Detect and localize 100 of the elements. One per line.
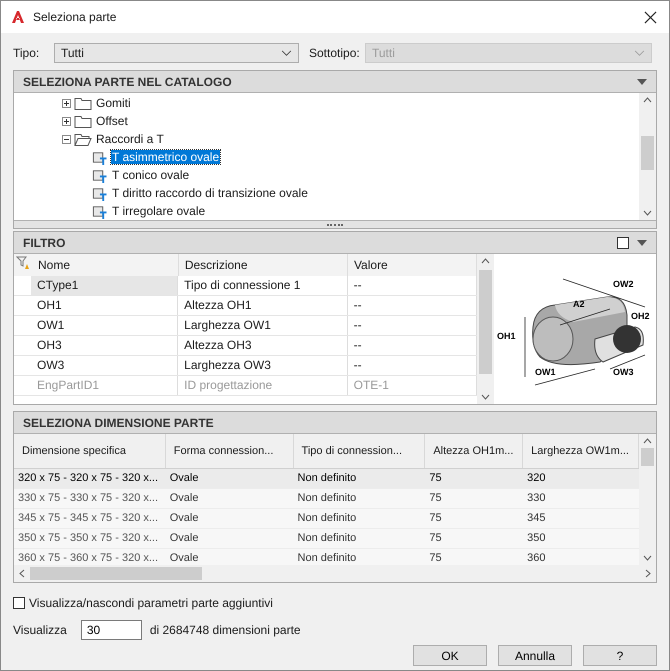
table-row[interactable]: 345 x 75 - 345 x 75 - 320 x... Ovale Non definito 75 345 xyxy=(14,509,639,529)
table-cell-text: 75 xyxy=(428,491,443,506)
dimension-label: A2 xyxy=(573,298,585,308)
checkbox-label[interactable]: Visualizza/nascondi parametri parte aggiuntivi xyxy=(29,596,273,610)
expander-icon[interactable] xyxy=(62,98,71,108)
table-cell-text: 330 xyxy=(526,491,547,506)
table-cell-text: 320 x 75 - 320 x 75 - 320 x... xyxy=(17,471,160,486)
fitting-icon xyxy=(90,204,108,218)
dialog-button[interactable]: Annulla xyxy=(498,645,572,666)
table-cell-text: 75 xyxy=(428,471,443,486)
section-title: SELEZIONA PARTE NEL CATALOGO xyxy=(23,74,232,88)
caret-icon[interactable] xyxy=(637,240,647,246)
table-cell-text: Ovale xyxy=(168,471,200,486)
tree-item[interactable]: T asimmetrico ovale xyxy=(111,150,220,164)
table-cell-text: 360 x 75 - 360 x 75 - 320 x... xyxy=(17,551,160,565)
tree-item[interactable]: T conico ovale xyxy=(111,168,190,182)
tree-item[interactable]: Gomiti xyxy=(95,96,132,110)
table-row[interactable]: 350 x 75 - 350 x 75 - 320 x... Ovale Non definito 75 350 xyxy=(14,529,639,549)
table-cell-text: Ovale xyxy=(168,491,200,506)
checkbox[interactable] xyxy=(13,597,25,609)
column-header[interactable]: Dimensione specifica xyxy=(14,434,166,468)
count-field[interactable]: 30 xyxy=(80,620,142,640)
section-header[interactable]: FILTRO xyxy=(14,232,656,254)
vertical-scrollbar[interactable] xyxy=(639,93,656,220)
scroll-thumb[interactable] xyxy=(30,567,202,580)
table-cell-text: 350 x 75 - 350 x 75 - 320 x... xyxy=(17,531,160,546)
tree-item[interactable]: T diritto raccordo di transizione ovale xyxy=(111,186,309,200)
expander-icon[interactable] xyxy=(62,134,71,144)
table-cell-text: Ovale xyxy=(168,551,200,565)
table-cell-text: 75 xyxy=(428,551,443,565)
caret-icon[interactable] xyxy=(637,78,647,84)
dialog-button[interactable]: ? xyxy=(583,645,657,666)
table-cell[interactable]: Larghezza OW3 xyxy=(178,356,348,375)
table-cell-text: Non definito xyxy=(296,511,358,526)
vertical-scrollbar[interactable] xyxy=(477,254,494,404)
table-cell[interactable]: OH3 xyxy=(31,336,178,355)
table-cell[interactable]: OW1 xyxy=(31,316,178,335)
scroll-down-icon[interactable] xyxy=(481,394,490,400)
folder-icon xyxy=(74,114,92,128)
table-cell[interactable]: Larghezza OW1 xyxy=(178,316,348,335)
table-cell-text: Non definito xyxy=(296,531,358,546)
scroll-up-icon[interactable] xyxy=(643,438,652,444)
tree-item[interactable]: Offset xyxy=(95,114,129,128)
scroll-up-icon[interactable] xyxy=(481,258,490,264)
scroll-down-icon[interactable] xyxy=(643,210,652,216)
filter-icon[interactable] xyxy=(16,256,30,270)
table-cell[interactable]: Altezza OH3 xyxy=(178,336,348,355)
horizontal-scrollbar[interactable] xyxy=(14,565,656,582)
table-cell-text: 360 xyxy=(526,551,547,565)
dimension-label: OW3 xyxy=(613,366,634,376)
column-header[interactable]: Forma connession... xyxy=(166,434,294,468)
table-cell-text: 350 xyxy=(526,531,547,546)
display-label: Visualizza xyxy=(13,623,67,637)
close-icon[interactable] xyxy=(644,10,657,24)
table-cell-text: 75 xyxy=(428,531,443,546)
scroll-right-icon[interactable] xyxy=(645,569,651,578)
section-header[interactable]: SELEZIONA PARTE NEL CATALOGO xyxy=(14,71,656,93)
window-title: Seleziona parte xyxy=(33,10,118,24)
table-cell[interactable]: OH1 xyxy=(31,296,178,315)
table-row[interactable]: 360 x 75 - 360 x 75 - 320 x... Ovale Non definito 75 360 xyxy=(14,549,639,565)
scroll-up-icon[interactable] xyxy=(643,97,652,103)
dimension-label: OW2 xyxy=(613,278,634,288)
table-row[interactable]: 320 x 75 - 320 x 75 - 320 x... Ovale Non definito 75 320 xyxy=(14,469,639,489)
column-header[interactable]: Altezza OH1m... xyxy=(425,434,524,468)
folder-icon xyxy=(74,132,92,146)
tree-item[interactable]: Raccordi a T xyxy=(95,132,165,146)
fitting-icon xyxy=(90,150,108,164)
table-cell[interactable]: Altezza OH1 xyxy=(178,296,348,315)
expander-icon[interactable] xyxy=(62,116,71,126)
scroll-down-icon[interactable] xyxy=(643,555,652,561)
splitter-handle[interactable] xyxy=(14,220,656,228)
table-cell[interactable]: CType1 xyxy=(31,276,178,295)
vertical-scrollbar[interactable] xyxy=(639,434,656,565)
tree-item[interactable]: T irregolare ovale xyxy=(111,204,206,218)
table-cell[interactable]: Tipo di connessione 1 xyxy=(178,276,348,295)
dialog-button[interactable]: OK xyxy=(413,645,487,666)
dimension-label: OW1 xyxy=(535,366,556,376)
scroll-thumb[interactable] xyxy=(641,136,654,170)
table-cell-text: 345 x 75 - 345 x 75 - 320 x... xyxy=(17,511,160,526)
fitting-icon xyxy=(90,186,108,200)
column-header[interactable]: Tipo di connession... xyxy=(294,434,426,468)
section-header[interactable]: SELEZIONA DIMENSIONE PARTE xyxy=(14,412,656,434)
column-header[interactable]: Descrizione xyxy=(178,254,348,276)
scroll-left-icon[interactable] xyxy=(19,569,25,578)
chevron-down-icon xyxy=(634,50,645,56)
type-dropdown[interactable]: Tutti xyxy=(54,43,299,63)
subtype-label: Sottotipo: xyxy=(309,46,361,60)
scroll-thumb[interactable] xyxy=(479,270,492,374)
table-cell-text: Non definito xyxy=(296,471,358,486)
table-cell-text: 320 xyxy=(526,471,547,486)
folder-icon xyxy=(74,96,92,110)
type-label: Tipo: xyxy=(13,46,40,60)
scroll-thumb[interactable] xyxy=(641,448,654,466)
table-row[interactable]: 330 x 75 - 330 x 75 - 320 x... Ovale Non definito 75 330 xyxy=(14,489,639,509)
filter-checkbox[interactable] xyxy=(617,236,629,248)
dimension-label: OH2 xyxy=(631,310,650,320)
count-suffix: di 2684748 dimensioni parte xyxy=(150,623,301,637)
dimension-label: OH1 xyxy=(497,330,516,340)
table-cell[interactable]: OW3 xyxy=(31,356,178,375)
table-cell-text: 345 xyxy=(526,511,547,526)
